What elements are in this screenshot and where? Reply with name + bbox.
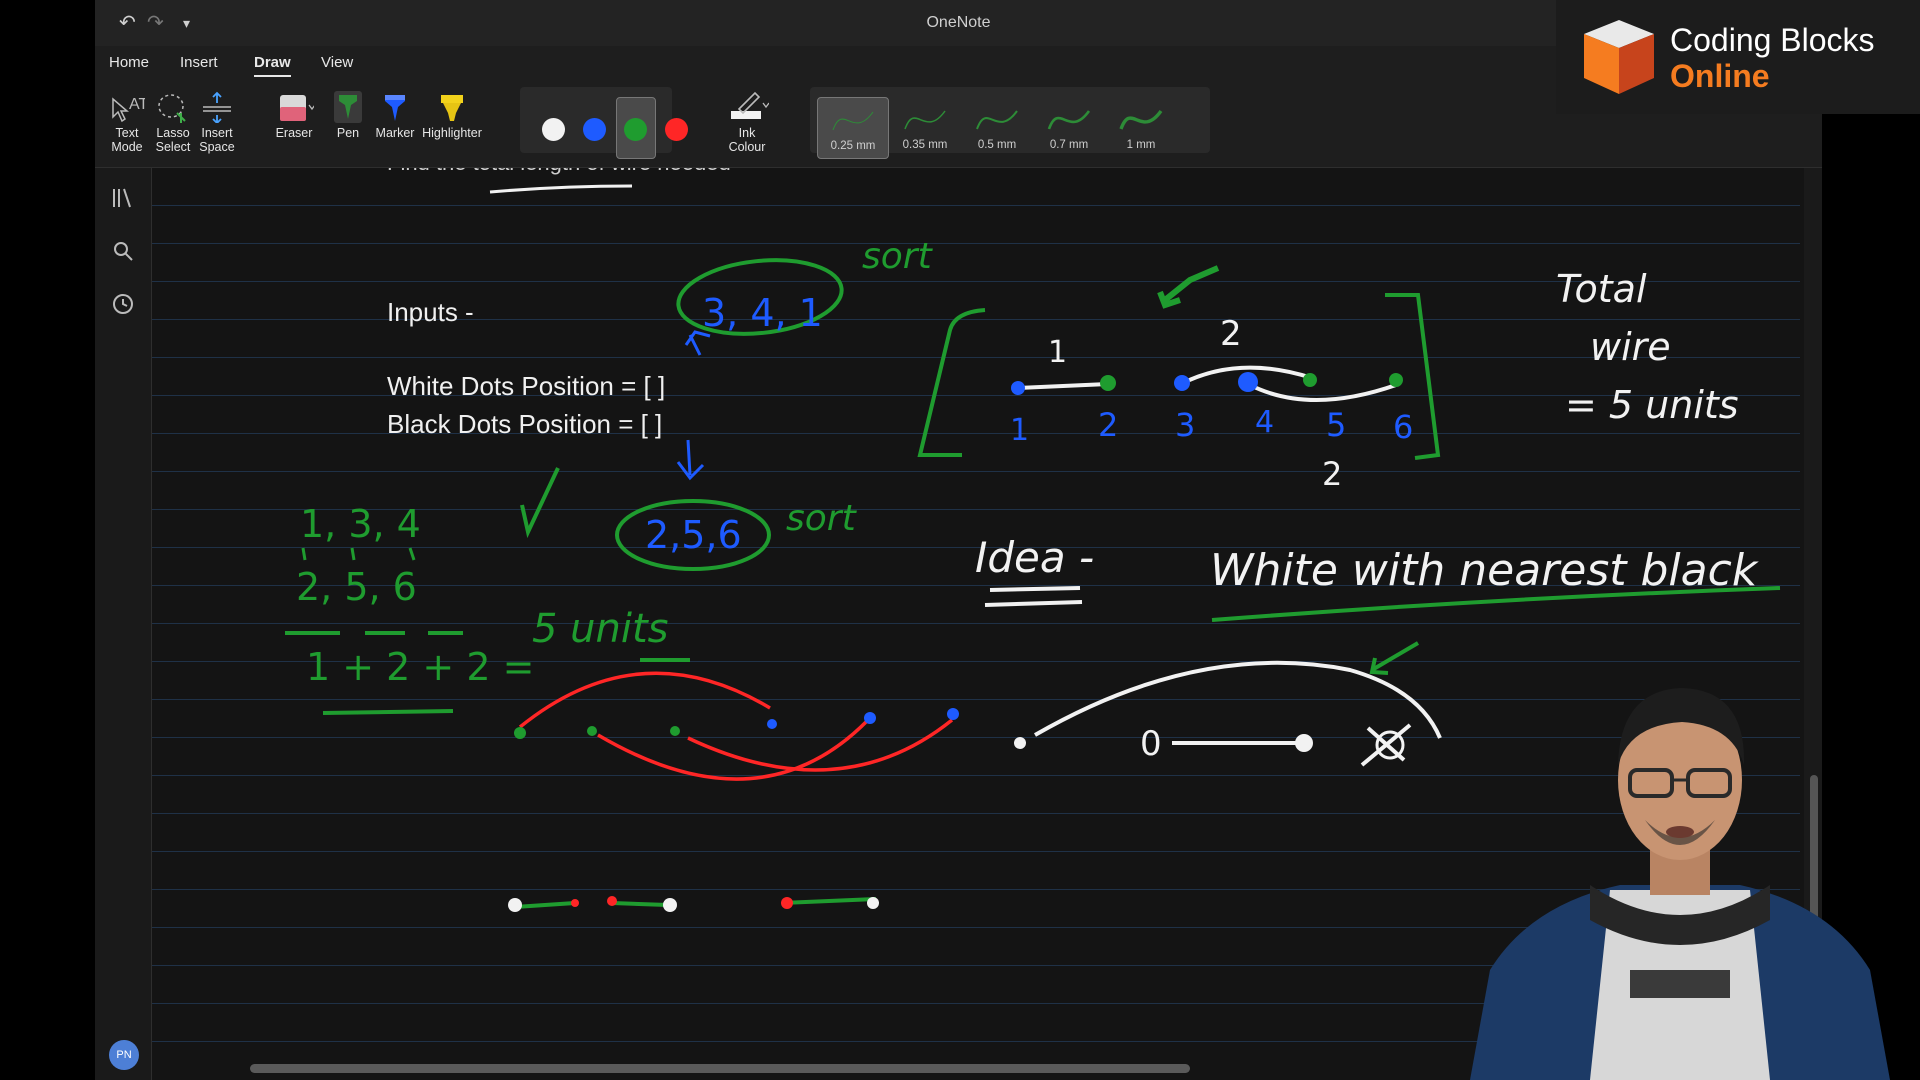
diagram-top-1: 1 — [1048, 335, 1067, 370]
eraser-button[interactable]: Eraser — [269, 91, 319, 140]
marker-label: Marker — [375, 126, 415, 140]
ink-colour-label-2: Colour — [728, 140, 766, 154]
stroke-sample-icon — [1047, 110, 1091, 130]
sort-top-text: sort — [862, 236, 934, 277]
total-line1: Total — [1556, 267, 1647, 311]
tab-insert[interactable]: Insert — [180, 54, 218, 71]
thickness-label: 0.5 mm — [977, 139, 1017, 151]
recent-icon[interactable] — [110, 291, 136, 317]
navigation-sidebar: PN — [95, 168, 152, 1080]
ink-colour-button[interactable]: Ink Colour — [722, 91, 772, 154]
total-line2: wire — [1590, 325, 1671, 369]
thickness-025mm[interactable]: 0.25 mm — [817, 97, 889, 159]
highlighter-icon — [441, 95, 463, 121]
thickness-05mm[interactable]: 0.5 mm — [961, 97, 1033, 159]
text-mode-label-2: Mode — [111, 140, 143, 154]
thickness-label: 0.7 mm — [1049, 139, 1089, 151]
sorted-white-text: 3, 4, 1 — [702, 291, 823, 335]
lasso-label-2: Select — [155, 140, 191, 154]
stroke-sample-icon — [904, 110, 946, 130]
diagram-num-5: 5 — [1326, 406, 1346, 444]
notebooks-icon[interactable] — [110, 185, 136, 211]
eraser-icon — [280, 95, 314, 121]
insert-space-label-1: Insert — [201, 126, 233, 140]
diagram-top-2: 2 — [1220, 314, 1242, 354]
svg-text:AT: AT — [129, 96, 145, 113]
diagram-bottom-2: 2 — [1322, 455, 1342, 493]
stroke-sample-icon — [1119, 109, 1163, 130]
list-bottom-text: 2, 5, 6 — [296, 565, 417, 609]
diagram-num-2: 2 — [1098, 406, 1118, 444]
insert-space-button[interactable]: Insert Space — [192, 91, 242, 154]
highlighter-label: Highlighter — [422, 126, 482, 140]
horizontal-scroll-thumb[interactable] — [250, 1064, 1190, 1073]
stroke-sample-icon — [832, 111, 874, 131]
tab-view[interactable]: View — [321, 54, 353, 71]
total-line3: = 5 units — [1565, 383, 1739, 427]
logo-cube-icon — [1584, 20, 1654, 94]
thickness-07mm[interactable]: 0.7 mm — [1033, 97, 1105, 159]
coding-blocks-logo: Coding Blocks Online — [1556, 0, 1920, 114]
thickness-label: 0.25 mm — [830, 140, 876, 152]
insert-space-icon — [203, 91, 231, 123]
green-color-swatch[interactable] — [624, 118, 647, 141]
thickness-035mm[interactable]: 0.35 mm — [889, 97, 961, 159]
presenter-webcam-icon — [1470, 688, 1890, 1080]
pen-button[interactable]: Pen — [323, 91, 373, 140]
text-mode-icon: AT — [112, 96, 145, 123]
thickness-1mm[interactable]: 1 mm — [1105, 97, 1177, 159]
white-color-swatch[interactable] — [542, 118, 565, 141]
sort-bottom-text: sort — [786, 498, 858, 539]
eraser-label: Eraser — [275, 126, 313, 140]
idea-text: Idea - — [975, 533, 1094, 582]
logo-text-line2: Online — [1670, 58, 1770, 94]
marker-icon — [385, 95, 405, 121]
diagram-num-3: 3 — [1175, 406, 1195, 444]
lasso-label-1: Lasso — [156, 126, 190, 140]
blue-color-swatch[interactable] — [583, 118, 606, 141]
list-top-text: 1, 3, 4 — [300, 502, 421, 546]
thickness-label: 0.35 mm — [902, 139, 948, 151]
stroke-sample-icon — [976, 110, 1018, 130]
ink-colour-icon — [731, 91, 769, 119]
avatar[interactable]: PN — [109, 1040, 139, 1070]
pen-icon — [334, 91, 362, 123]
five-units-text: 5 units — [532, 606, 669, 652]
cross-zero-text: 0 — [1140, 724, 1162, 764]
ink-color-palette — [520, 87, 688, 159]
lasso-select-button[interactable]: Lasso Select — [148, 91, 198, 154]
pen-label: Pen — [336, 126, 360, 140]
ink-colour-label-1: Ink — [738, 126, 756, 140]
red-color-swatch[interactable] — [665, 118, 688, 141]
strategy-text: White with nearest black — [1210, 545, 1759, 596]
logo-text-line1: Coding Blocks — [1670, 22, 1875, 58]
insert-space-label-2: Space — [199, 140, 235, 154]
lasso-icon — [158, 94, 186, 123]
diagram-num-4: 4 — [1255, 405, 1274, 440]
search-icon[interactable] — [110, 238, 136, 264]
diagram-num-1: 1 — [1010, 413, 1029, 448]
sum-text: 1 + 2 + 2 = — [306, 645, 534, 689]
thickness-label: 1 mm — [1126, 139, 1156, 151]
tab-draw[interactable]: Draw — [254, 54, 291, 77]
sorted-black-text: 2,5,6 — [645, 513, 742, 557]
text-mode-label-1: Text — [115, 126, 139, 140]
diagram-num-6: 6 — [1393, 408, 1413, 446]
text-mode-button[interactable]: AT Text Mode — [102, 91, 152, 154]
tab-home[interactable]: Home — [109, 54, 149, 71]
marker-button[interactable]: Marker — [370, 91, 420, 140]
highlighter-button[interactable]: Highlighter — [421, 91, 483, 140]
thickness-palette: 0.25 mm 0.35 mm 0.5 mm 0.7 mm 1 mm — [810, 87, 1210, 159]
